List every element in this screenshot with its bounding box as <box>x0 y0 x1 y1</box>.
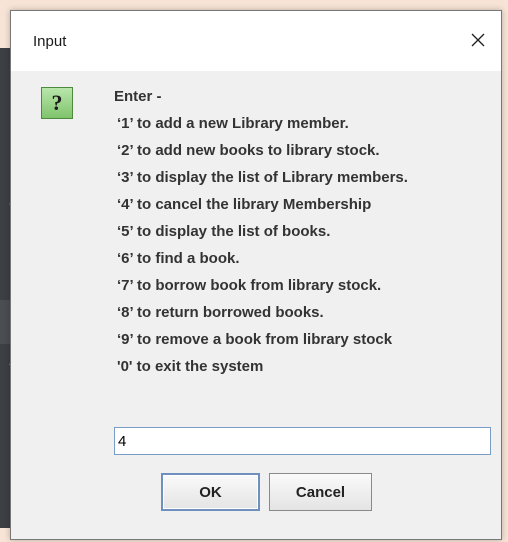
menu-option: '0' to exit the system <box>117 358 264 375</box>
question-icon: ? <box>41 87 73 119</box>
menu-option: ‘3’ to display the list of Library membe… <box>117 169 408 186</box>
menu-option: ‘9’ to remove a book from library stock <box>117 331 393 348</box>
cancel-button[interactable]: Cancel <box>269 473 372 511</box>
choice-input[interactable] <box>114 427 491 455</box>
menu-option: ‘2’ to add new books to library stock. <box>117 142 380 159</box>
input-dialog: Input ? Enter - ‘1’ to add a new Library… <box>10 10 502 540</box>
menu-option: ‘5’ to display the list of books. <box>117 223 331 240</box>
message-heading: Enter - <box>114 88 162 105</box>
menu-option: ‘7’ to borrow book from library stock. <box>117 277 382 294</box>
menu-option: ‘4’ to cancel the library Membership <box>117 196 372 213</box>
dialog-message: Enter - ‘1’ to add a new Library member.… <box>114 88 408 385</box>
close-button[interactable] <box>461 23 495 57</box>
dialog-title: Input <box>33 33 67 50</box>
menu-option: ‘8’ to return borrowed books. <box>117 304 324 321</box>
ok-button[interactable]: OK <box>161 473 260 511</box>
dialog-titlebar[interactable]: Input <box>11 11 501 71</box>
close-icon <box>471 33 485 47</box>
menu-option: ‘6’ to find a book. <box>117 250 240 267</box>
menu-option: ‘1’ to add a new Library member. <box>117 115 349 132</box>
